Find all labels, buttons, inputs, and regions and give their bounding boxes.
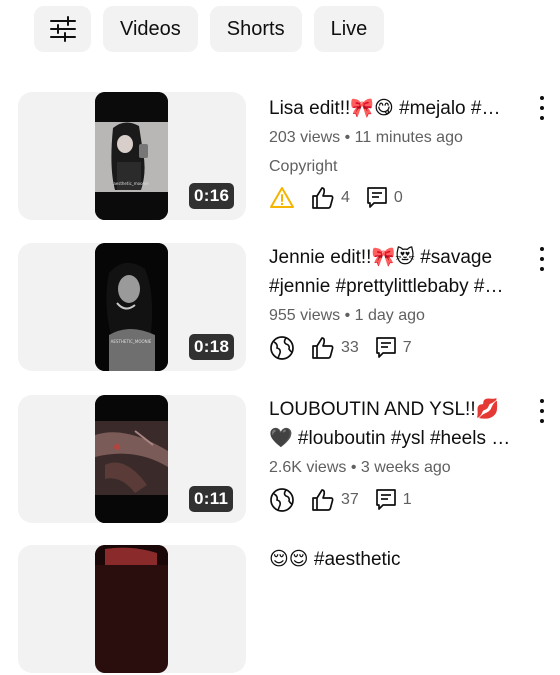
video-info: Jennie edit!!🎀😻 #savage #jennie #prettyl…	[269, 243, 531, 361]
duration-badge: 0:18	[189, 334, 235, 360]
video-thumbnail[interactable]	[95, 395, 168, 523]
likes-count: 4	[341, 189, 350, 206]
sliders-icon	[49, 16, 76, 42]
video-meta: 2.6K views • 3 weeks ago	[269, 459, 451, 476]
likes-stat[interactable]: 4	[311, 186, 350, 210]
comments-stat[interactable]: 1	[375, 488, 412, 512]
video-actions: 33 7	[269, 335, 531, 361]
video-actions: 4 0	[269, 186, 531, 210]
comments-count: 1	[402, 491, 412, 508]
thumbs-up-icon	[312, 337, 334, 359]
video-meta: 203 views • 11 minutes ago	[269, 129, 463, 146]
video-row[interactable]: AESTHETIC_MOONIE 0:18 Jennie edit!!🎀😻 #s…	[18, 243, 550, 373]
globe-icon	[270, 336, 294, 360]
comment-icon	[375, 489, 396, 510]
comment-icon	[367, 187, 387, 208]
svg-text:AESTHETIC_MOONIE: AESTHETIC_MOONIE	[111, 339, 152, 344]
copyright-warning[interactable]	[269, 186, 295, 210]
thumbnail-image: AESTHETIC_MOONIE	[95, 243, 168, 371]
filter-chip-bar: Videos Shorts Live	[34, 6, 385, 52]
comment-icon	[375, 337, 396, 358]
video-title[interactable]: Jennie edit!!🎀😻 #savage #jennie #prettyl…	[269, 243, 531, 301]
thumbs-up-icon	[312, 489, 334, 511]
likes-stat[interactable]: 37	[311, 488, 359, 512]
svg-text:aesthetic_moonie: aesthetic_moonie	[113, 181, 149, 186]
duration-badge: 0:11	[189, 486, 234, 512]
duration-badge: 0:16	[189, 183, 235, 209]
video-row[interactable]: 0:11 LOUBOUTIN AND YSL!!💋 🖤 #louboutin #…	[18, 395, 550, 525]
comments-count: 0	[393, 189, 403, 206]
thumbs-up-icon	[312, 187, 334, 209]
video-title[interactable]: LOUBOUTIN AND YSL!!💋 🖤 #louboutin #ysl #…	[269, 395, 531, 453]
filter-settings-button[interactable]	[34, 6, 91, 52]
video-thumbnail[interactable]: AESTHETIC_MOONIE	[95, 243, 168, 371]
video-thumbnail[interactable]: aesthetic_moonie	[95, 92, 168, 220]
thumbnail-image	[95, 395, 168, 523]
globe-icon	[270, 488, 294, 512]
more-options-button[interactable]	[534, 247, 550, 271]
thumbnail-image	[95, 545, 168, 565]
video-actions: 37 1	[269, 487, 531, 513]
video-row[interactable]: aesthetic_moonie 0:16 Lisa edit!!🎀😋 #mej…	[18, 92, 550, 222]
chip-shorts[interactable]: Shorts	[209, 6, 302, 52]
comments-stat[interactable]: 0	[366, 186, 403, 210]
copyright-label[interactable]: Copyright	[269, 155, 531, 179]
chip-videos[interactable]: Videos	[103, 6, 198, 52]
visibility-public[interactable]	[269, 335, 295, 361]
video-meta: 955 views • 1 day ago	[269, 307, 425, 324]
likes-count: 37	[341, 491, 359, 508]
likes-count: 33	[341, 339, 359, 356]
video-row[interactable]: 😌😌 #aesthetic	[18, 545, 550, 675]
warning-icon	[270, 187, 294, 208]
more-options-button[interactable]	[534, 96, 550, 120]
comments-count: 7	[402, 339, 412, 356]
likes-stat[interactable]: 33	[311, 336, 359, 360]
video-thumbnail[interactable]	[95, 545, 168, 673]
visibility-public[interactable]	[269, 487, 295, 513]
thumbnail-image: aesthetic_moonie	[95, 92, 168, 220]
comments-stat[interactable]: 7	[375, 336, 412, 360]
chip-live[interactable]: Live	[313, 6, 385, 52]
more-options-button[interactable]	[534, 399, 550, 423]
video-info: LOUBOUTIN AND YSL!!💋 🖤 #louboutin #ysl #…	[269, 395, 531, 513]
video-title[interactable]: Lisa edit!!🎀😋 #mejalo #…	[269, 94, 531, 123]
video-info: Lisa edit!!🎀😋 #mejalo #… 203 views • 11 …	[269, 92, 531, 210]
